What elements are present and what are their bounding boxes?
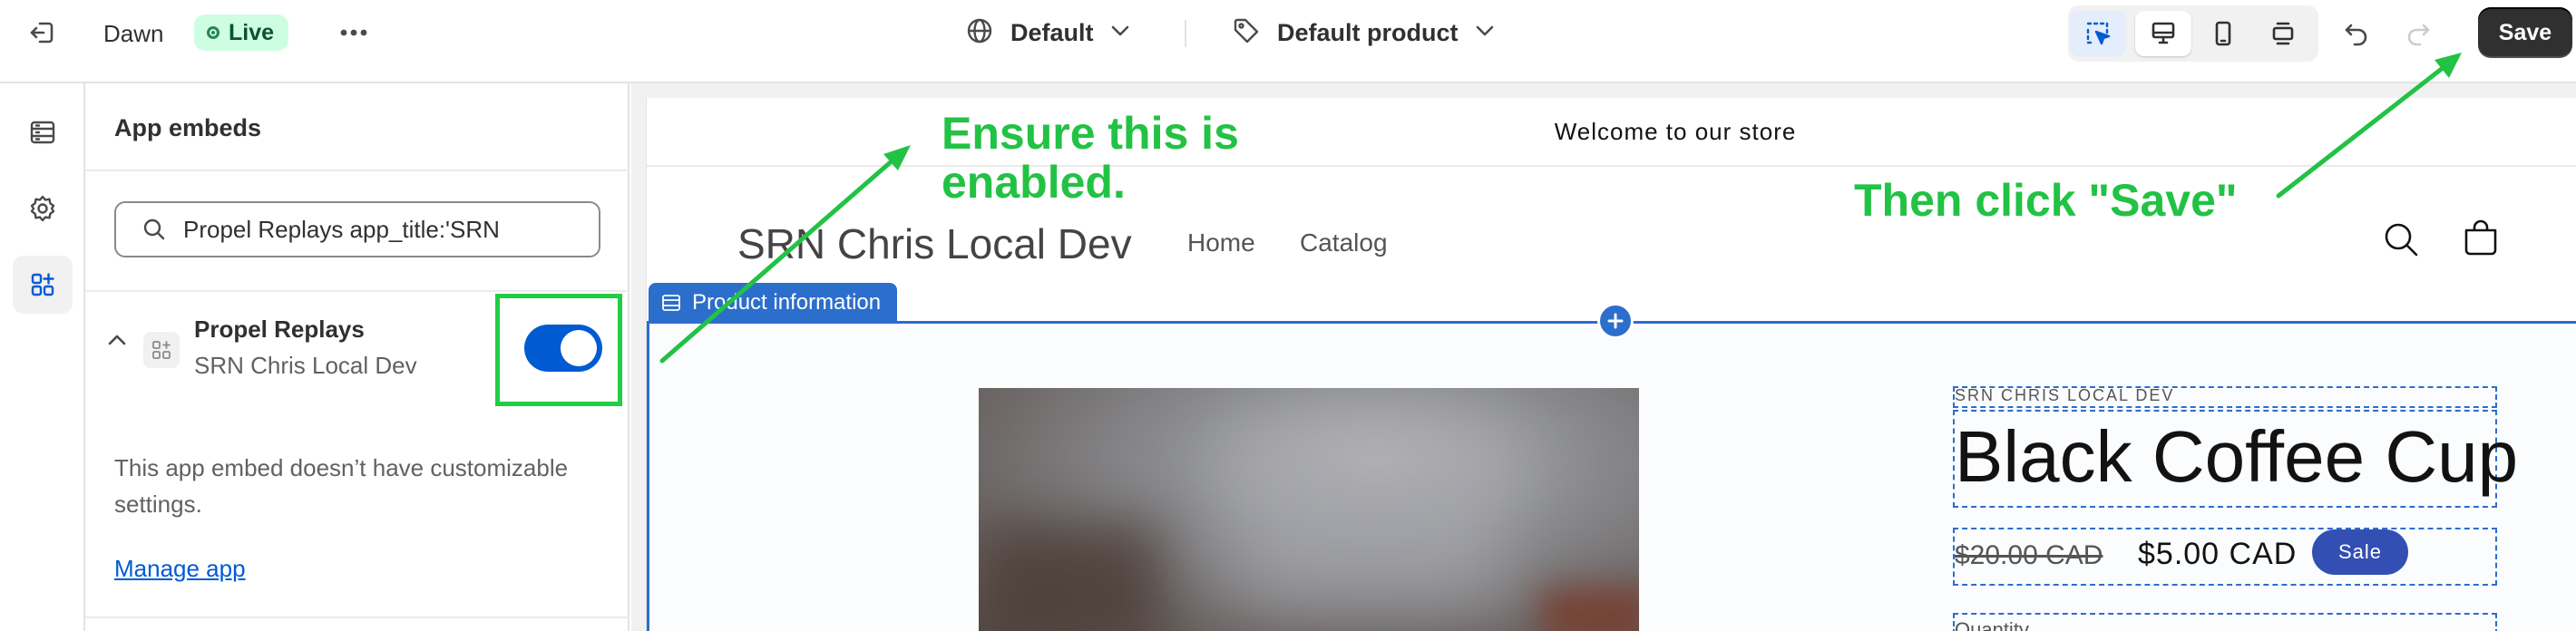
app-embeds-panel: App embeds Propel Replays SRN Chris Loca… xyxy=(85,83,629,631)
panel-title: App embeds xyxy=(114,114,262,141)
product-image[interactable] xyxy=(979,388,1639,631)
announcement-bar: Welcome to our store xyxy=(647,98,2576,167)
nav-link-home[interactable]: Home xyxy=(1187,228,1255,257)
section-icon xyxy=(662,295,680,311)
search-icon[interactable] xyxy=(2381,219,2421,264)
mobile-icon[interactable] xyxy=(2195,11,2251,56)
app-embed-store: SRN Chris Local Dev xyxy=(194,352,417,379)
live-dot-icon xyxy=(207,26,220,39)
globe-icon xyxy=(965,16,994,50)
template-select[interactable]: Default xyxy=(965,13,1130,53)
section-tag[interactable]: Product information xyxy=(649,283,898,323)
status-badge: Live xyxy=(194,15,289,51)
view-toggle-group xyxy=(2068,5,2318,62)
search-icon xyxy=(141,217,167,242)
chevron-up-icon[interactable] xyxy=(107,334,127,351)
left-rail xyxy=(0,83,85,631)
divider xyxy=(85,170,629,171)
settings-icon[interactable] xyxy=(13,180,73,238)
app-embed-name: Propel Replays xyxy=(194,316,365,343)
search-field[interactable] xyxy=(114,201,600,257)
template-select-label: Default xyxy=(1010,18,1094,46)
product-select-label: Default product xyxy=(1277,18,1459,46)
product-vendor[interactable]: SRN CHRIS LOCAL DEV xyxy=(1955,386,2174,405)
search-input[interactable] xyxy=(183,215,582,244)
sale-badge: Sale xyxy=(2312,529,2408,575)
annotation-enable-text: Ensure this is enabled. xyxy=(942,108,1239,208)
desktop-icon[interactable] xyxy=(2135,11,2191,56)
store-logo-text[interactable]: SRN Chris Local Dev xyxy=(737,219,1132,268)
store-preview: Welcome to our store SRN Chris Local Dev… xyxy=(646,98,2576,631)
product-title[interactable]: Black Coffee Cup xyxy=(1955,415,2518,499)
divider xyxy=(1185,20,1186,47)
quantity-label: Quantity xyxy=(1955,618,2029,631)
inspector-icon[interactable] xyxy=(2070,11,2126,56)
annotation-save-text: Then click "Save" xyxy=(1854,175,2238,226)
app-embed-note: This app embed doesn’t have customizable… xyxy=(114,454,569,518)
quantity-block-outline xyxy=(1953,613,2497,631)
app-embed-item: Propel Replays SRN Chris Local Dev xyxy=(85,292,629,419)
undo-icon[interactable] xyxy=(2333,13,2380,53)
divider xyxy=(85,616,629,618)
product-select[interactable]: Default product xyxy=(1232,13,1495,53)
manage-app-link[interactable]: Manage app xyxy=(114,555,246,583)
chevron-down-icon xyxy=(1475,24,1495,42)
section-tag-label: Product information xyxy=(692,290,882,315)
chevron-down-icon xyxy=(1110,24,1130,42)
cart-icon[interactable] xyxy=(2459,216,2503,264)
nav-link-catalog[interactable]: Catalog xyxy=(1300,228,1388,257)
add-section-icon[interactable] xyxy=(1597,303,1634,339)
annotation-highlight-box xyxy=(495,294,622,406)
status-badge-label: Live xyxy=(229,19,275,45)
app-block-icon xyxy=(143,332,180,368)
theme-name: Dawn xyxy=(103,20,164,47)
compare-at-price: $20.00 CAD xyxy=(1955,540,2103,570)
announcement-text: Welcome to our store xyxy=(1554,117,1797,145)
more-horizontal-icon[interactable] xyxy=(332,15,376,51)
top-bar: Dawn Live Default Default product Save xyxy=(0,0,2576,83)
sale-price: $5.00 CAD xyxy=(2138,537,2298,571)
tag-icon xyxy=(1232,16,1261,50)
redo-icon[interactable] xyxy=(2395,13,2442,53)
sections-icon[interactable] xyxy=(13,103,73,161)
fullscreen-icon[interactable] xyxy=(2255,11,2311,56)
save-button[interactable]: Save xyxy=(2478,7,2572,58)
exit-icon[interactable] xyxy=(20,15,63,51)
app-embeds-icon[interactable] xyxy=(13,256,73,314)
